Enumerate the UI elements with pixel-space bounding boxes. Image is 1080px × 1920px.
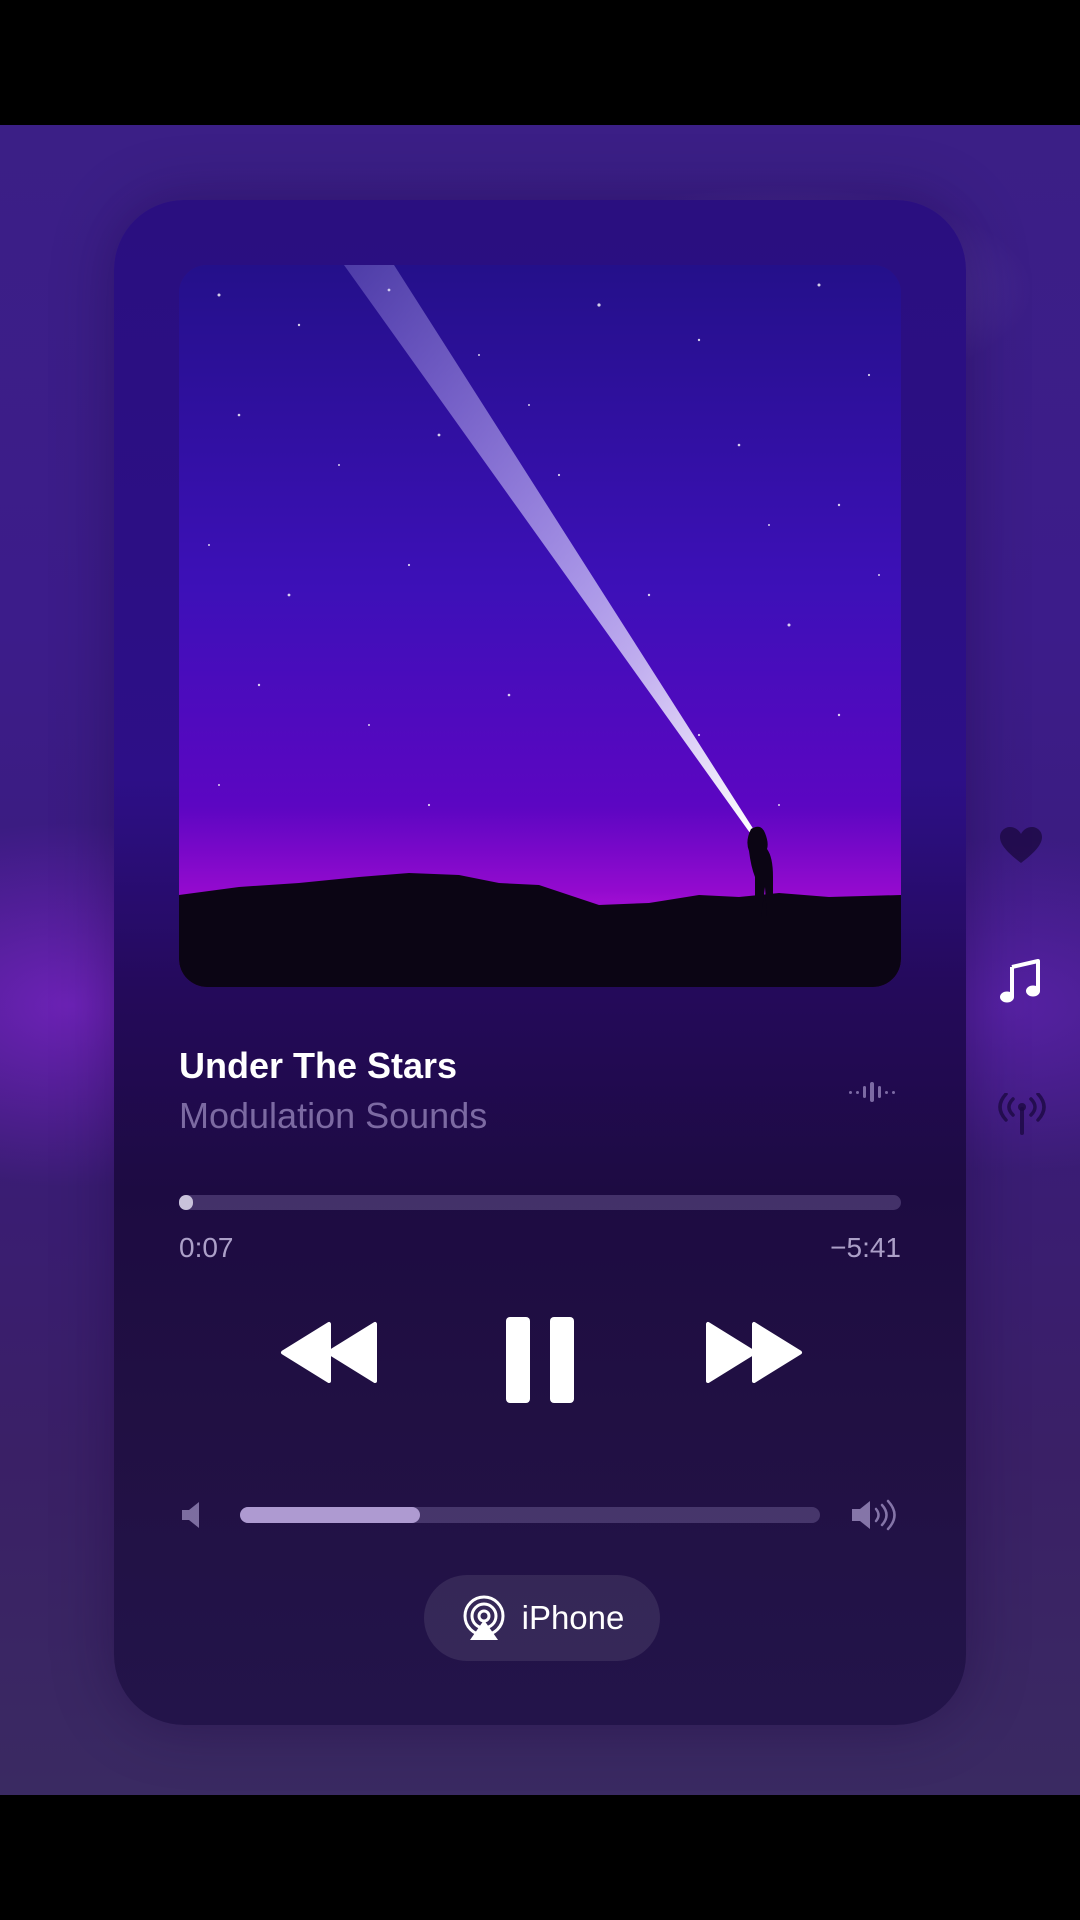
now-playing-card: Under The Stars Modulation Sounds 0:07 −… — [114, 200, 966, 1725]
broadcast-icon[interactable] — [998, 1093, 1046, 1135]
airplay-icon — [463, 1595, 505, 1640]
music-note-icon[interactable] — [998, 957, 1042, 1005]
volume-fill — [240, 1507, 420, 1523]
volume-slider[interactable] — [240, 1507, 820, 1523]
waveform-icon[interactable] — [849, 1080, 899, 1104]
heart-icon[interactable] — [998, 825, 1044, 865]
speaker-low-icon[interactable] — [179, 1500, 209, 1530]
airplay-output-button[interactable]: iPhone — [424, 1575, 660, 1661]
track-artist[interactable]: Modulation Sounds — [179, 1095, 487, 1137]
progress-fill — [179, 1195, 194, 1210]
elapsed-time: 0:07 — [179, 1232, 234, 1263]
track-title: Under The Stars — [179, 1045, 458, 1086]
speaker-high-icon[interactable] — [850, 1497, 900, 1533]
remaining-time: −5:41 — [830, 1232, 901, 1263]
fast-forward-icon[interactable] — [704, 1320, 804, 1385]
output-device-label: iPhone — [521, 1599, 625, 1636]
pause-icon[interactable] — [504, 1315, 576, 1405]
progress-scrubber[interactable] — [179, 1195, 901, 1210]
rewind-icon[interactable] — [279, 1320, 379, 1385]
album-artwork — [179, 265, 901, 987]
